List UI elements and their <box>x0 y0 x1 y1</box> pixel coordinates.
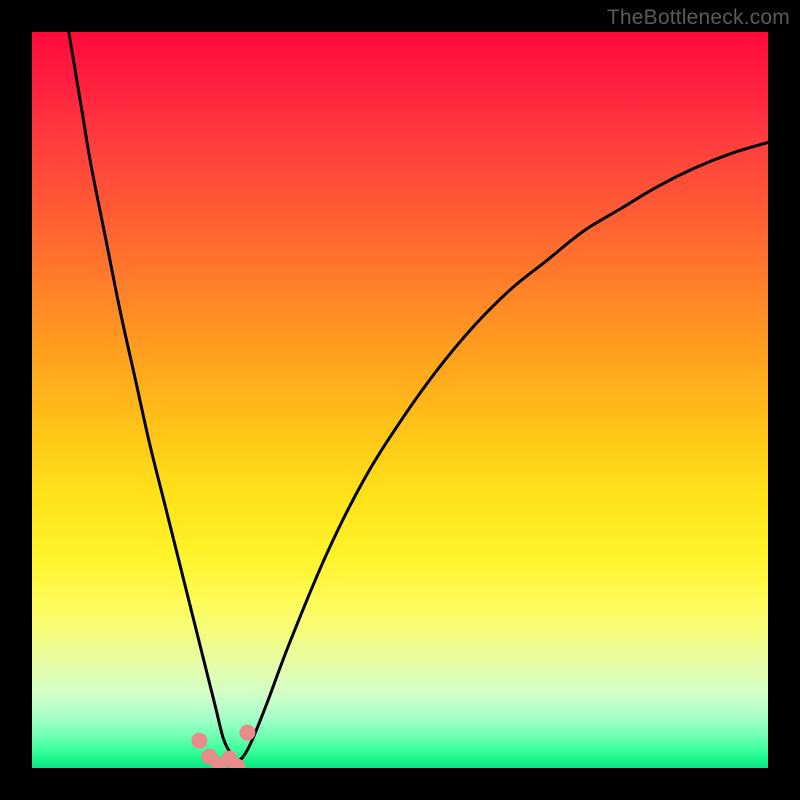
curve-path <box>69 32 768 761</box>
minimum-marker <box>239 725 255 741</box>
chart-frame: TheBottleneck.com <box>0 0 800 800</box>
plot-area <box>32 32 768 768</box>
watermark-text: TheBottleneck.com <box>607 6 790 30</box>
bottleneck-curve <box>32 32 768 768</box>
minimum-marker <box>191 733 207 749</box>
